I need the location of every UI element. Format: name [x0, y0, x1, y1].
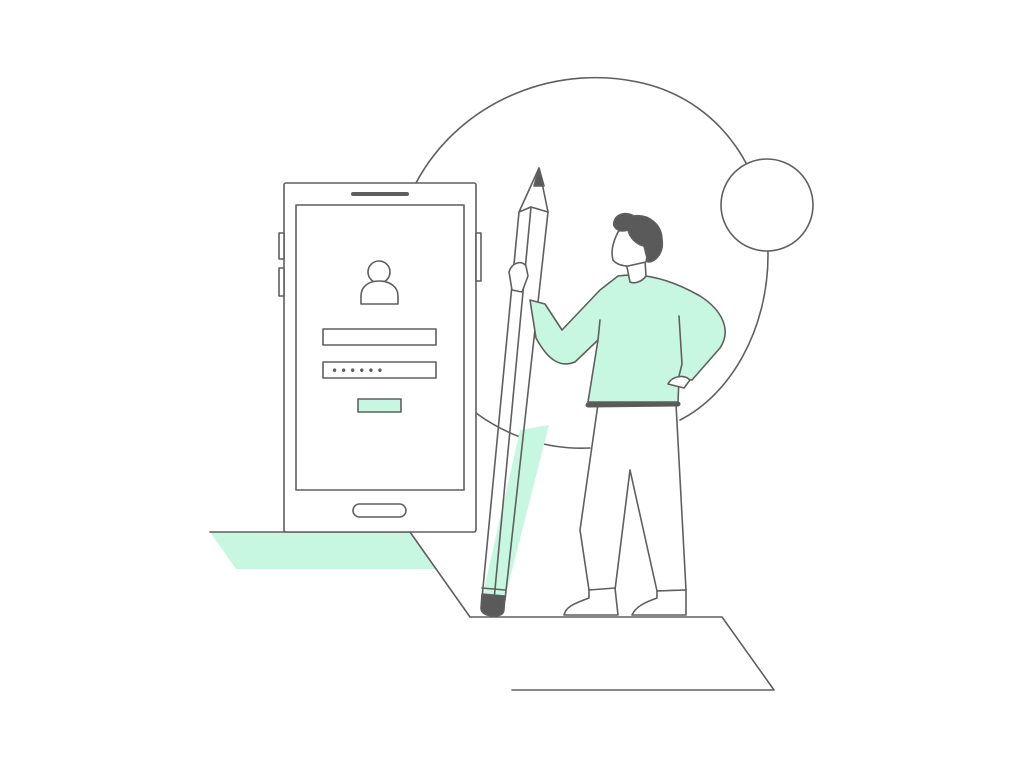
- person-belt: [585, 401, 681, 408]
- illustration-canvas: ••••••: [0, 0, 1024, 769]
- pencil-icon: [480, 167, 549, 617]
- phone-side-button-1: [278, 232, 285, 260]
- phone-side-button-2: [278, 267, 285, 297]
- phone: ••••••: [278, 182, 482, 533]
- person-sweater: [529, 274, 726, 403]
- pencil-tip-line: [518, 206, 549, 213]
- pencil-eraser: [480, 593, 506, 617]
- person-shoe-left: [563, 587, 619, 616]
- phone-side-button-right: [475, 232, 482, 282]
- phone-screen: [295, 204, 465, 491]
- login-button: [357, 398, 402, 413]
- background-small-circle: [720, 158, 814, 252]
- person-shoe-right: [631, 589, 687, 616]
- floor-outline-right: [469, 616, 775, 691]
- person-pants: [579, 403, 687, 592]
- person-hand-left: [508, 261, 529, 293]
- username-field: [322, 328, 437, 346]
- password-mask: ••••••: [331, 364, 385, 378]
- phone-home-button: [352, 503, 407, 518]
- login-illustration: ••••••: [209, 76, 814, 691]
- floor-accent-plane: [210, 532, 436, 569]
